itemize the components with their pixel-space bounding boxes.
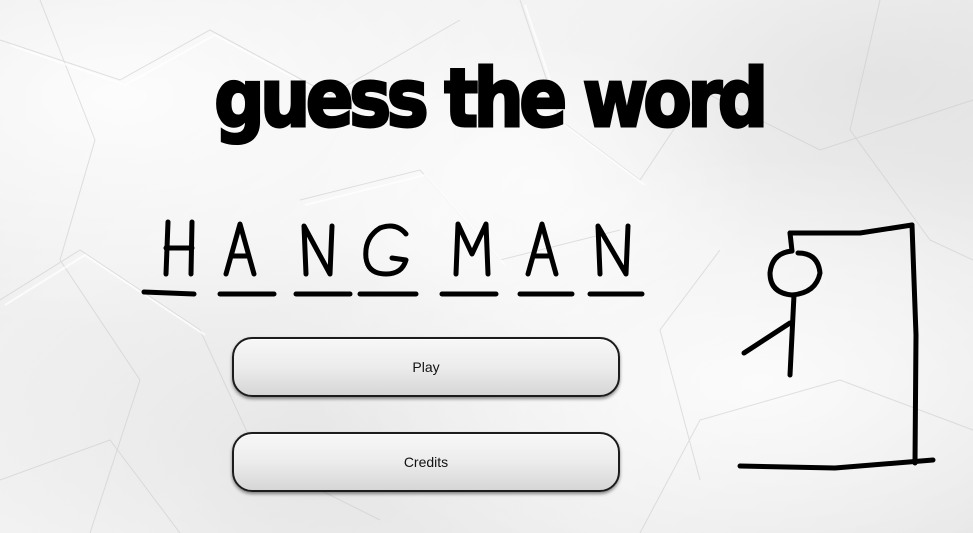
- credits-button[interactable]: Credits: [232, 432, 620, 492]
- gallows-beam: [787, 222, 915, 236]
- logo-letter-n2: [587, 223, 645, 297]
- logo-letter-a2: [517, 221, 575, 297]
- logo-letter-m: [439, 221, 499, 297]
- play-button[interactable]: Play: [232, 337, 620, 397]
- figure-body: [787, 292, 797, 378]
- figure-left-arm: [741, 320, 793, 356]
- gallows-pole: [909, 222, 919, 466]
- logo-letter-n: [293, 223, 353, 297]
- figure-head: [767, 248, 823, 298]
- game-title: guess the word: [213, 51, 770, 147]
- hangman-gallows-icon: [737, 222, 936, 471]
- logo-letter-h: [141, 219, 197, 297]
- logo-letter-g: [357, 223, 419, 297]
- gallows-rope: [787, 230, 795, 254]
- logo-letter-a: [217, 221, 277, 297]
- gallows-base: [737, 457, 936, 471]
- hangman-logo: [141, 219, 645, 297]
